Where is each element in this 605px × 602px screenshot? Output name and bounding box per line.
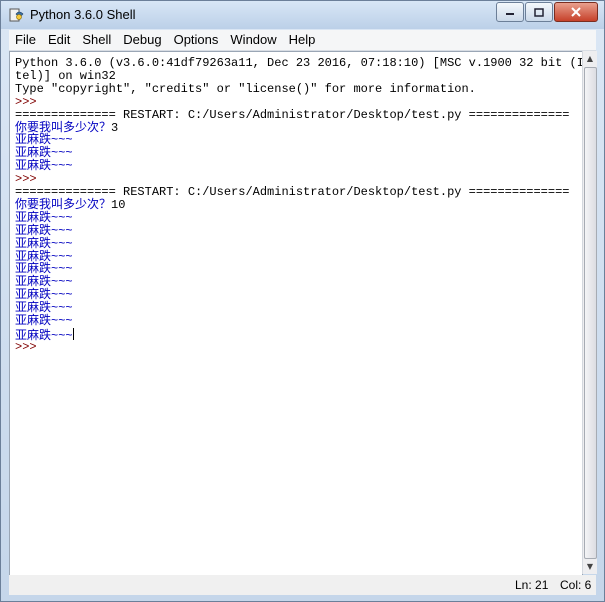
menu-bar: File Edit Shell Debug Options Window Help [9,30,596,51]
menu-debug[interactable]: Debug [117,30,167,50]
minimize-button[interactable] [496,2,524,22]
scroll-up-icon[interactable]: ▲ [583,51,597,66]
status-line: Ln: 21 [515,578,549,592]
scroll-down-icon[interactable]: ▼ [583,559,597,574]
shell-line-text: Type "copyright", "credits" or "license(… [15,81,476,96]
shell-line-text: ============== RESTART: C:/Users/Adminis… [15,185,570,199]
maximize-icon [534,7,544,17]
shell-line-text: tel)] on win32 [15,68,116,83]
vertical-scrollbar[interactable]: ▲ ▼ [582,51,597,574]
shell-line-text: ============== RESTART: C:/Users/Adminis… [15,107,570,122]
python-idle-icon [9,8,24,22]
close-icon [571,7,581,17]
shell-prompt: >>> [15,339,44,354]
menu-file[interactable]: File [9,30,42,50]
shell-line-text: 你要我叫多少次？ [15,197,112,212]
shell-line-text: >>> [15,339,44,354]
status-bar: Ln: 21 Col: 6 [9,575,596,595]
status-column: Col: 6 [560,578,592,592]
shell-line-text: 亚麻跌~~~ [15,301,73,316]
shell-line: Type "copyright", "credits" or "license(… [15,81,476,96]
window-title: Python 3.6.0 Shell [30,7,136,22]
shell-line-text: >>> [15,94,44,109]
shell-line-text: 亚麻跌~~~ [15,236,73,251]
shell-line-text: 亚麻跌~~~ [15,223,73,238]
idle-shell-window: Python 3.6.0 Shell File Edit Shell Debug Opt… [0,0,605,602]
menu-edit[interactable]: Edit [42,30,76,50]
close-button[interactable] [554,2,598,22]
scroll-thumb[interactable] [584,67,597,559]
shell-text-area[interactable]: Python 3.6.0 (v3.6.0:41df79263a11, Dec 2… [9,51,583,576]
title-bar[interactable]: Python 3.6.0 Shell [1,1,604,29]
menu-options[interactable]: Options [168,30,225,50]
menu-window[interactable]: Window [224,30,282,50]
shell-line-text: 亚麻跌~~~ [15,210,73,225]
shell-line-text: >>> [15,172,44,187]
shell-line-text: 亚麻跌~~~ [15,314,73,328]
minimize-icon [506,13,514,15]
shell-line-text: 亚麻跌~~~ [15,159,73,174]
user-input: 3 [111,120,119,135]
text-cursor [72,327,74,340]
shell-line-text: Python 3.6.0 (v3.6.0:41df79263a11, Dec 2… [15,56,583,70]
menu-help[interactable]: Help [283,30,322,50]
maximize-button[interactable] [525,2,553,22]
menu-shell[interactable]: Shell [76,30,117,50]
shell-line: 亚麻跌~~~ [15,315,73,328]
user-input: 10 [111,197,126,212]
window-controls [495,2,598,22]
